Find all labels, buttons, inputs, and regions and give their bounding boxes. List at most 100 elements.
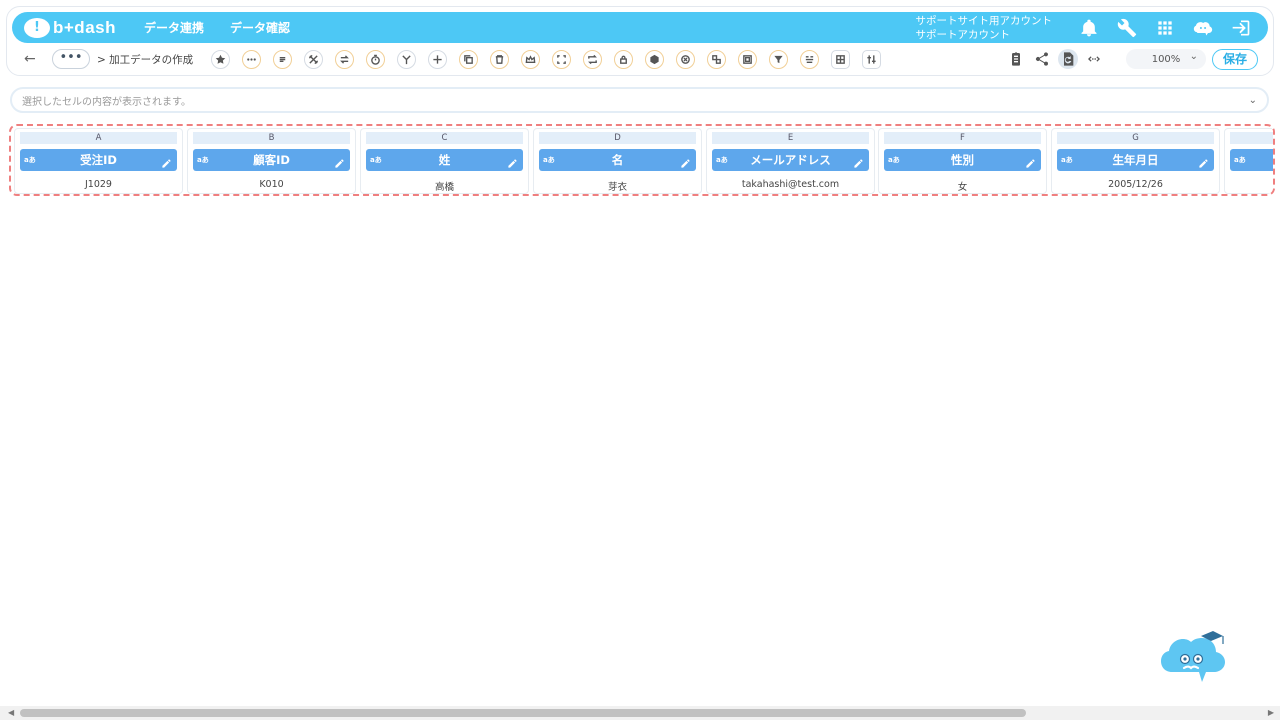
column-g[interactable]: G aあ 生年月日 2005/12/26: [1051, 128, 1220, 194]
pencil-icon[interactable]: [1198, 154, 1209, 168]
column-letter[interactable]: D: [539, 132, 696, 144]
scroll-thumb[interactable]: [20, 709, 1026, 717]
split-icon[interactable]: [304, 49, 324, 69]
cell-content-bar[interactable]: 選択したセルの内容が表示されます。 ⌄: [10, 87, 1269, 113]
zoom-select[interactable]: 100% ⌄: [1126, 49, 1206, 69]
column-letter[interactable]: C: [366, 132, 523, 144]
box-icon[interactable]: [645, 49, 665, 69]
swap-icon[interactable]: [335, 49, 355, 69]
copy-icon[interactable]: [459, 49, 479, 69]
table-cell[interactable]: 2005/12/26: [1052, 179, 1219, 190]
column-header[interactable]: aあ 顧客ID: [193, 149, 350, 171]
logo-text: b+dash: [53, 17, 116, 37]
timer-icon[interactable]: [366, 49, 386, 69]
text-type-icon: aあ: [197, 156, 209, 164]
tool-icons: [211, 49, 893, 69]
column-b[interactable]: B aあ 顧客ID K010: [187, 128, 356, 194]
table-cell[interactable]: J1029: [15, 179, 182, 190]
column-c[interactable]: C aあ 姓 高橋: [360, 128, 529, 194]
back-arrow-icon[interactable]: ←: [24, 51, 40, 67]
column-header[interactable]: aあ 性別: [884, 149, 1041, 171]
table-cell[interactable]: 芽衣: [534, 179, 701, 193]
clipboard-icon[interactable]: [1006, 49, 1026, 69]
column-name: 性別: [951, 153, 974, 167]
column-name: 姓: [438, 153, 451, 167]
column-d[interactable]: D aあ 名 芽衣: [533, 128, 702, 194]
scroll-right-icon[interactable]: ▶: [1268, 708, 1274, 717]
table-cell[interactable]: 高橋: [361, 179, 528, 193]
nav-data-integration[interactable]: データ連携: [144, 19, 204, 36]
chevron-down-icon[interactable]: ⌄: [1249, 95, 1257, 106]
column-letter[interactable]: A: [20, 132, 177, 144]
column-header[interactable]: aあ 生年月日: [1057, 149, 1214, 171]
crown-icon[interactable]: [521, 49, 541, 69]
column-h[interactable]: aあ: [1224, 128, 1273, 194]
view-tools: 100% ⌄ 保存: [1000, 48, 1268, 70]
text-type-icon: aあ: [370, 156, 382, 164]
column-letter[interactable]: [1230, 132, 1273, 144]
pencil-icon[interactable]: [853, 154, 864, 168]
column-header[interactable]: aあ 受注ID: [20, 149, 177, 171]
trash-icon[interactable]: [490, 49, 510, 69]
pencil-icon[interactable]: [680, 154, 691, 168]
code-arrows-icon[interactable]: [1084, 49, 1104, 69]
mascot-chat-icon[interactable]: [1192, 17, 1214, 39]
merge-icon[interactable]: [397, 49, 417, 69]
column-letter[interactable]: E: [712, 132, 869, 144]
app-logo[interactable]: ! b+dash: [24, 17, 116, 38]
add-icon[interactable]: [428, 49, 448, 69]
table-cell[interactable]: K010: [188, 179, 355, 190]
text-type-icon: aあ: [1234, 156, 1246, 164]
table-icon[interactable]: [831, 49, 851, 69]
pencil-icon[interactable]: [1025, 154, 1036, 168]
more-dots-icon[interactable]: [242, 49, 262, 69]
wrench-icon[interactable]: [1116, 17, 1138, 39]
text-type-icon: aあ: [888, 156, 900, 164]
text-type-icon: aあ: [24, 156, 36, 164]
text-type-icon: aあ: [1061, 156, 1073, 164]
star-icon[interactable]: [211, 49, 231, 69]
expand-icon[interactable]: [552, 49, 572, 69]
column-header[interactable]: aあ 姓: [366, 149, 523, 171]
column-f[interactable]: F aあ 性別 女: [878, 128, 1047, 194]
logout-icon[interactable]: [1230, 17, 1252, 39]
list-icon[interactable]: [273, 49, 293, 69]
save-button[interactable]: 保存: [1212, 48, 1258, 70]
lock-icon[interactable]: [614, 49, 634, 69]
account-info[interactable]: サポートサイト用アカウント サポートアカウント: [916, 14, 1053, 42]
text-type-icon: aあ: [716, 156, 728, 164]
column-letter[interactable]: F: [884, 132, 1041, 144]
table-cell[interactable]: 女: [879, 179, 1046, 193]
bell-icon[interactable]: [1078, 17, 1100, 39]
pencil-icon[interactable]: [507, 154, 518, 168]
column-header[interactable]: aあ: [1230, 149, 1273, 171]
repeat-icon[interactable]: [583, 49, 603, 69]
apps-grid-icon[interactable]: [1154, 17, 1176, 39]
column-header[interactable]: aあ 名: [539, 149, 696, 171]
convert-icon[interactable]: [707, 49, 727, 69]
cancel-icon[interactable]: [676, 49, 696, 69]
column-name: 顧客ID: [253, 153, 290, 167]
table-cell[interactable]: takahashi@test.com: [707, 179, 874, 190]
share-icon[interactable]: [1032, 49, 1052, 69]
refresh-file-icon[interactable]: [1058, 49, 1078, 69]
columns-icon[interactable]: [862, 49, 882, 69]
mascot-helper-icon[interactable]: [1160, 626, 1228, 690]
filter-icon[interactable]: [769, 49, 789, 69]
column-header[interactable]: aあ メールアドレス: [712, 149, 869, 171]
group-icon[interactable]: [800, 49, 820, 69]
column-letter[interactable]: G: [1057, 132, 1214, 144]
column-name: 名: [611, 153, 624, 167]
column-e[interactable]: E aあ メールアドレス takahashi@test.com: [706, 128, 875, 194]
pencil-icon[interactable]: [334, 154, 345, 168]
edit-toolbar: ← ••• > 加工データの作成 100% ⌄ 保存: [12, 46, 1268, 72]
pencil-icon[interactable]: [161, 154, 172, 168]
column-name: 生年月日: [1112, 153, 1159, 167]
scroll-left-icon[interactable]: ◀: [8, 708, 14, 717]
frame-icon[interactable]: [738, 49, 758, 69]
column-a[interactable]: A aあ 受注ID J1029: [14, 128, 183, 194]
horizontal-scrollbar[interactable]: ◀ ▶: [0, 706, 1280, 720]
more-options-button[interactable]: •••: [52, 49, 90, 69]
nav-data-review[interactable]: データ確認: [230, 19, 290, 36]
column-letter[interactable]: B: [193, 132, 350, 144]
